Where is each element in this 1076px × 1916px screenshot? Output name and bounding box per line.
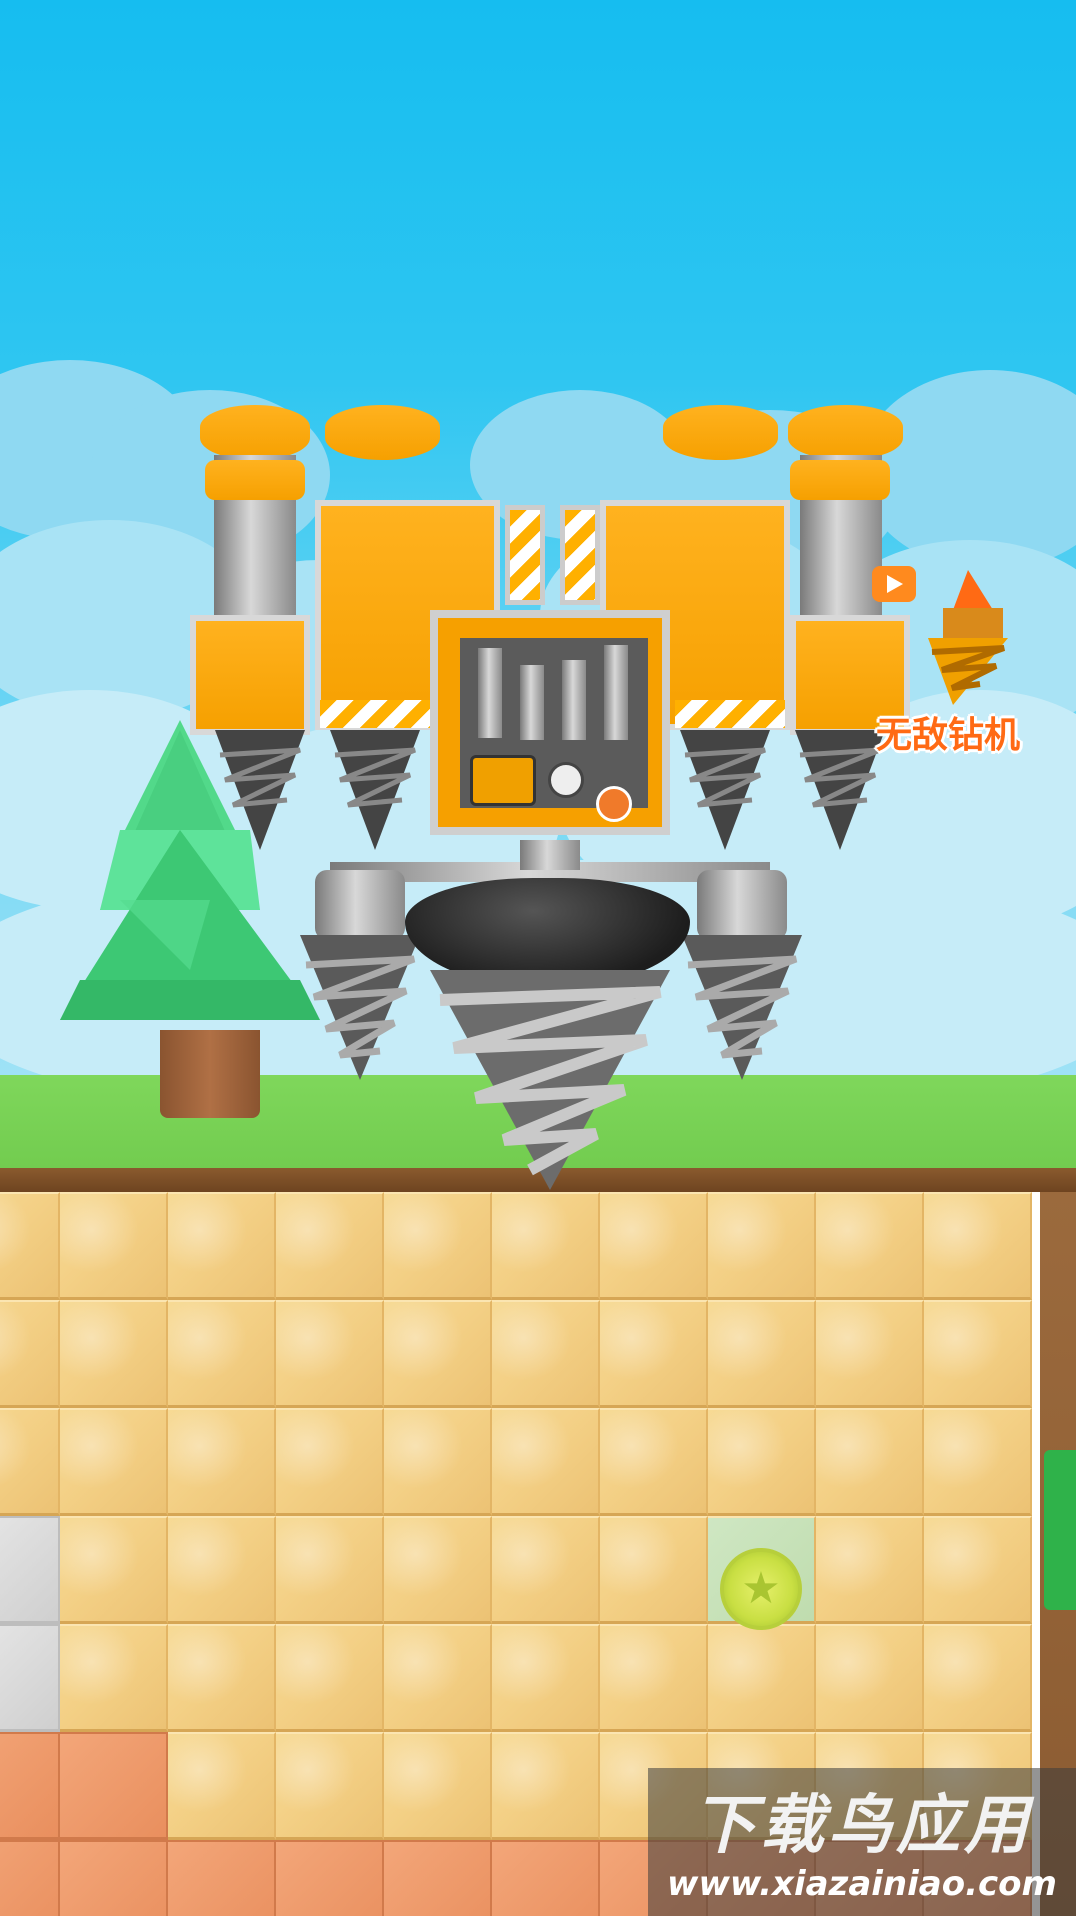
clay-block[interactable] xyxy=(0,1732,60,1840)
cloud xyxy=(180,560,460,740)
sand-block[interactable] xyxy=(60,1624,168,1732)
watermark-url: www.xiazainiao.com xyxy=(667,1864,1057,1904)
sand-block[interactable] xyxy=(816,1300,924,1408)
sand-block[interactable] xyxy=(816,1516,924,1624)
sand-block[interactable] xyxy=(816,1624,924,1732)
sand-block[interactable] xyxy=(600,1624,708,1732)
badge-label: 无敌钻机 xyxy=(875,715,1020,756)
star-icon: ★ xyxy=(741,1563,781,1614)
sand-block[interactable] xyxy=(600,1516,708,1624)
sand-block[interactable] xyxy=(60,1192,168,1300)
sand-block[interactable] xyxy=(492,1300,600,1408)
sand-block[interactable] xyxy=(708,1192,816,1300)
sand-block[interactable] xyxy=(276,1300,384,1408)
sand-block[interactable] xyxy=(924,1300,1032,1408)
sand-block[interactable] xyxy=(492,1624,600,1732)
sand-block[interactable] xyxy=(168,1624,276,1732)
tree-trunk xyxy=(160,1030,260,1118)
sand-block[interactable] xyxy=(168,1300,276,1408)
sand-block[interactable] xyxy=(0,1192,60,1300)
invincible-drill-badge[interactable]: 无敌钻机 xyxy=(868,560,1028,756)
sand-block[interactable] xyxy=(708,1408,816,1516)
sand-block[interactable] xyxy=(924,1516,1032,1624)
sand-block[interactable] xyxy=(168,1192,276,1300)
sand-block[interactable] xyxy=(816,1192,924,1300)
sand-block[interactable] xyxy=(276,1732,384,1840)
sand-block[interactable] xyxy=(276,1408,384,1516)
soil-surface xyxy=(0,1168,1076,1192)
clay-block[interactable] xyxy=(168,1840,276,1916)
sand-block[interactable] xyxy=(276,1624,384,1732)
clay-block[interactable] xyxy=(0,1840,60,1916)
sand-block[interactable] xyxy=(60,1516,168,1624)
sand-block[interactable] xyxy=(60,1300,168,1408)
sand-block[interactable] xyxy=(384,1300,492,1408)
stone-block[interactable] xyxy=(0,1516,60,1624)
sand-block[interactable] xyxy=(492,1732,600,1840)
stone-block[interactable] xyxy=(0,1624,60,1732)
sand-block[interactable] xyxy=(492,1192,600,1300)
sand-block[interactable] xyxy=(276,1516,384,1624)
clay-block[interactable] xyxy=(276,1840,384,1916)
sand-block[interactable] xyxy=(384,1624,492,1732)
sand-block[interactable] xyxy=(600,1300,708,1408)
drill-icon xyxy=(928,570,1008,705)
star-coin[interactable]: ★ xyxy=(720,1548,802,1630)
clay-block[interactable] xyxy=(492,1840,600,1916)
clay-block[interactable] xyxy=(60,1840,168,1916)
clay-block[interactable] xyxy=(60,1732,168,1840)
sand-block[interactable] xyxy=(0,1408,60,1516)
watermark: 下载鸟应用 www.xiazainiao.com xyxy=(648,1768,1076,1916)
game-scene[interactable]: ★ 无敌钻机 下载鸟应用 www.xiazainiao.com xyxy=(0,0,1076,1916)
green-object xyxy=(1044,1450,1076,1610)
sand-block[interactable] xyxy=(276,1192,384,1300)
sand-block[interactable] xyxy=(60,1408,168,1516)
sand-block[interactable] xyxy=(492,1408,600,1516)
sand-block[interactable] xyxy=(168,1516,276,1624)
sand-block[interactable] xyxy=(924,1408,1032,1516)
sand-block[interactable] xyxy=(168,1732,276,1840)
sand-block[interactable] xyxy=(384,1516,492,1624)
sand-block[interactable] xyxy=(384,1408,492,1516)
sand-block[interactable] xyxy=(168,1408,276,1516)
sand-block[interactable] xyxy=(600,1408,708,1516)
sand-block[interactable] xyxy=(0,1300,60,1408)
sand-block[interactable] xyxy=(816,1408,924,1516)
sand-block[interactable] xyxy=(924,1624,1032,1732)
sand-block[interactable] xyxy=(384,1732,492,1840)
tree-foliage xyxy=(60,720,320,1020)
clay-block[interactable] xyxy=(384,1840,492,1916)
sand-block[interactable] xyxy=(924,1192,1032,1300)
cloud xyxy=(540,520,840,710)
sand-block[interactable] xyxy=(708,1624,816,1732)
sand-block[interactable] xyxy=(708,1300,816,1408)
sand-block[interactable] xyxy=(492,1516,600,1624)
sand-block[interactable] xyxy=(600,1192,708,1300)
watermark-title: 下载鸟应用 xyxy=(692,1789,1032,1863)
sand-block[interactable] xyxy=(384,1192,492,1300)
